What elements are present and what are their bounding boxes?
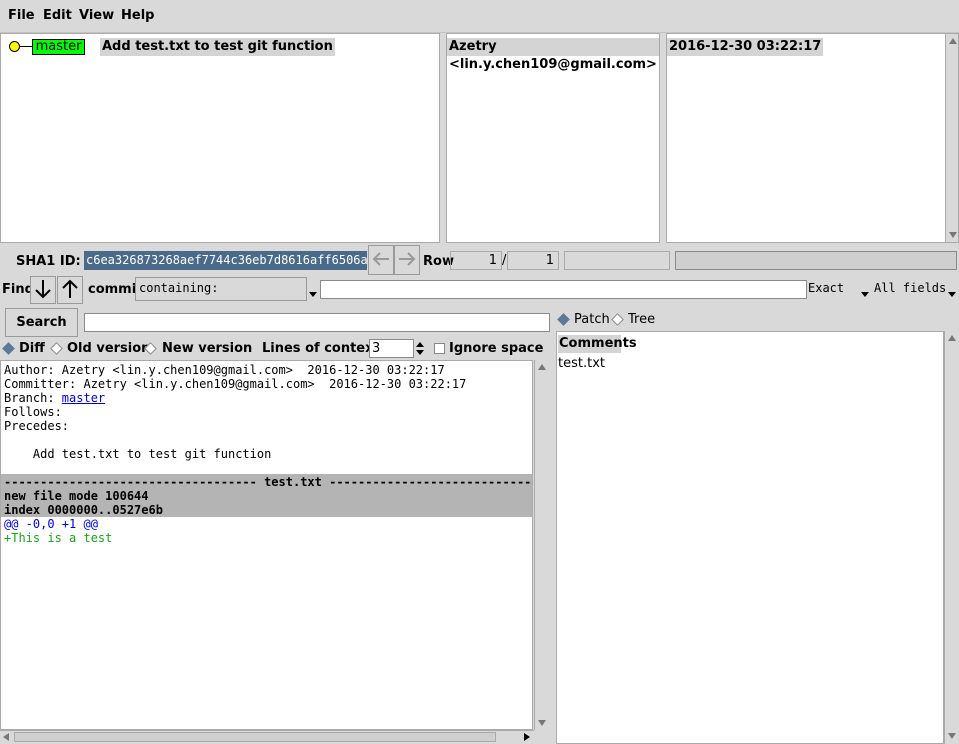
forward-button[interactable] (394, 245, 420, 275)
diff-added-line: +This is a test (4, 531, 113, 545)
branch-label: Branch: (4, 391, 62, 405)
find-down-button[interactable] (30, 276, 56, 304)
context-label: Lines of context: (262, 341, 385, 356)
new-version-label[interactable]: New version (162, 341, 252, 356)
diff-horizontal-scrollbar[interactable] (0, 730, 534, 744)
patch-radio[interactable] (557, 313, 570, 326)
menu-help[interactable]: Help (121, 8, 154, 23)
progress-bar (675, 251, 957, 270)
old-version-label[interactable]: Old version (67, 341, 150, 356)
diff-radio[interactable] (2, 342, 15, 355)
arrow-right-icon (399, 252, 416, 266)
file-scroll-down-icon[interactable] (948, 733, 956, 739)
file-scroll-up-icon[interactable] (948, 335, 956, 341)
sha1-label: SHA1 ID: (16, 254, 81, 269)
diff-scroll-up-icon[interactable] (538, 364, 546, 370)
file-entry[interactable]: test.txt (558, 355, 605, 373)
match-select[interactable]: Exact (807, 280, 859, 299)
commit-list-scrollbar[interactable] (945, 34, 958, 242)
diff-follows-line: Follows: (4, 405, 62, 419)
commit-graph-pane[interactable]: master Add test.txt to test git function (0, 33, 440, 243)
find-input[interactable] (320, 280, 807, 299)
diff-scroll-thumb[interactable] (14, 732, 496, 742)
file-list-pane[interactable]: Comments test.txt (556, 331, 944, 744)
branch-link[interactable]: master (62, 391, 105, 405)
tree-radio[interactable] (611, 313, 624, 326)
tree-radio-label[interactable]: Tree (628, 312, 655, 327)
spin-down-icon[interactable] (416, 350, 424, 355)
diff-scroll-right-icon[interactable] (524, 733, 530, 741)
diff-author-line: Author: Azetry <lin.y.chen109@gmail.com>… (4, 363, 445, 377)
context-spinbox[interactable]: 3 (369, 339, 414, 358)
diff-precedes-line: Precedes: (4, 419, 70, 433)
branch-connector (20, 46, 32, 47)
back-button[interactable] (368, 245, 394, 275)
diff-committer-line: Committer: Azetry <lin.y.chen109@gmail.c… (4, 377, 467, 391)
ignore-space-checkbox[interactable] (434, 343, 445, 354)
scroll-up-icon[interactable] (949, 38, 957, 44)
search-input[interactable] (84, 313, 550, 332)
commit-subject[interactable]: Add test.txt to test git function (100, 38, 335, 56)
status-box (564, 251, 670, 270)
row-current: 1 (450, 251, 502, 270)
menu-edit[interactable]: Edit (43, 8, 72, 23)
comments-entry[interactable]: Comments (558, 335, 637, 353)
match-dropdown-icon[interactable] (859, 283, 871, 303)
row-total: 1 (507, 251, 559, 270)
diff-text-pane[interactable]: Author: Azetry <lin.y.chen109@gmail.com>… (0, 360, 533, 730)
diff-message-line: Add test.txt to test git function (4, 447, 272, 461)
search-button[interactable]: Search (5, 308, 78, 337)
fields-dropdown-icon[interactable] (946, 283, 958, 303)
find-mode-dropdown-icon[interactable] (307, 283, 319, 303)
arrow-up-icon (62, 279, 78, 298)
sha1-field[interactable]: c6ea326873268aef7744c36eb7d8616aff6506a2 (84, 251, 367, 270)
arrow-left-icon (372, 252, 389, 266)
arrow-down-icon (35, 280, 51, 299)
head-commit-dot-icon (9, 41, 20, 52)
fields-select[interactable]: All fields (873, 280, 946, 299)
file-list-scrollbar[interactable] (944, 331, 959, 744)
diff-vertical-scrollbar[interactable] (534, 360, 549, 730)
menu-file[interactable]: File (8, 8, 35, 23)
diff-hunk-line: @@ -0,0 +1 @@ (4, 517, 98, 531)
diff-file-header: ----------------------------------- test… (4, 475, 532, 489)
diff-scroll-down-icon[interactable] (538, 720, 546, 726)
commit-author[interactable]: Azetry <lin.y.chen109@gmail.com> (447, 38, 659, 72)
commit-date-pane[interactable]: 2016-12-30 03:22:17 (666, 33, 959, 243)
spin-up-icon[interactable] (416, 342, 424, 347)
diff-branch-line: Branch: master (4, 391, 105, 405)
commit-author-pane[interactable]: Azetry <lin.y.chen109@gmail.com> (446, 33, 660, 243)
diff-radio-label[interactable]: Diff (19, 341, 45, 356)
menu-view[interactable]: View (79, 8, 114, 23)
ignore-space-label[interactable]: Ignore space cha (449, 341, 545, 356)
old-version-radio[interactable] (50, 342, 63, 355)
find-up-button[interactable] (57, 276, 83, 304)
scroll-down-icon[interactable] (949, 232, 957, 238)
branch-tag-master[interactable]: master (32, 39, 85, 55)
diff-index-line: index 0000000..0527e6b (4, 503, 163, 517)
commit-date[interactable]: 2016-12-30 03:22:17 (667, 38, 824, 56)
find-mode-select[interactable]: containing: (135, 277, 307, 301)
patch-radio-label[interactable]: Patch (574, 312, 610, 327)
context-spinner[interactable] (414, 339, 426, 358)
row-separator: / (502, 253, 507, 268)
diff-mode-line: new file mode 100644 (4, 489, 149, 503)
menubar: File Edit View Help (0, 0, 959, 33)
diff-scroll-left-icon[interactable] (3, 733, 9, 741)
